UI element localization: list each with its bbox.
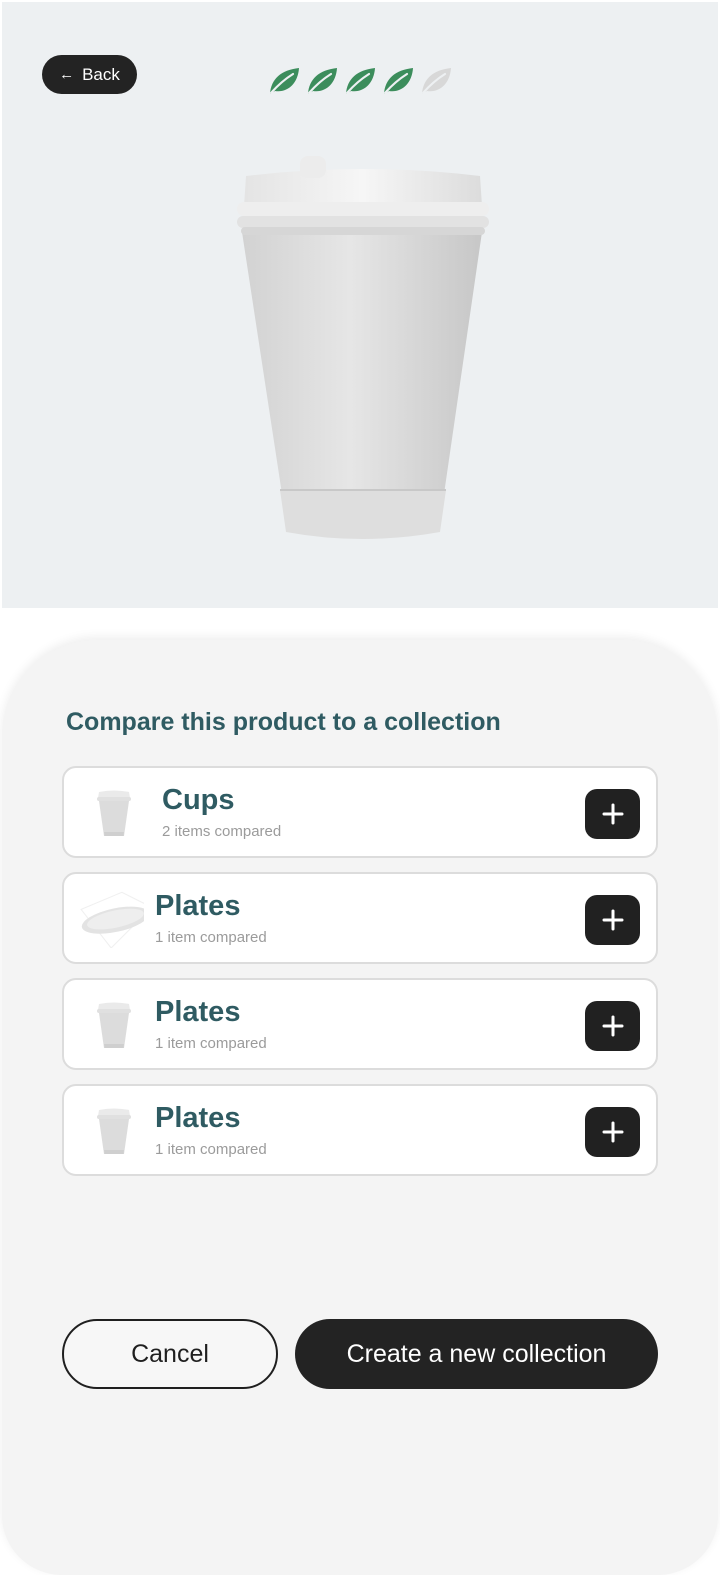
leaf-icon bbox=[345, 68, 375, 95]
cancel-button[interactable]: Cancel bbox=[62, 1319, 278, 1389]
compare-sheet: Compare this product to a collection Cup… bbox=[2, 640, 718, 1575]
leaf-icon bbox=[307, 68, 337, 95]
add-to-collection-button[interactable] bbox=[585, 1001, 640, 1051]
back-button-label: Back bbox=[82, 64, 120, 84]
add-to-collection-button[interactable] bbox=[585, 1107, 640, 1157]
back-button[interactable]: ← Back bbox=[42, 55, 137, 94]
collection-count: 2 items compared bbox=[162, 823, 282, 840]
cup-icon bbox=[97, 790, 131, 836]
add-to-collection-button[interactable] bbox=[585, 789, 640, 839]
collection-item[interactable]: Plates 1 item compared bbox=[62, 978, 658, 1070]
leaf-icon bbox=[269, 68, 299, 95]
leaf-icon-empty bbox=[421, 68, 451, 95]
create-collection-button[interactable]: Create a new collection bbox=[295, 1319, 658, 1389]
collection-count: 1 item compared bbox=[155, 1035, 267, 1052]
plus-icon bbox=[602, 803, 623, 825]
collection-name: Plates bbox=[155, 890, 241, 922]
leaf-icon bbox=[383, 68, 413, 95]
collection-name: Cups bbox=[162, 784, 235, 816]
plus-icon bbox=[602, 909, 623, 931]
cup-icon bbox=[97, 1108, 131, 1154]
collection-list: Cups 2 items compared Plates 1 item comp… bbox=[62, 766, 660, 1190]
plus-icon bbox=[602, 1121, 623, 1143]
eco-rating bbox=[267, 64, 453, 96]
collection-count: 1 item compared bbox=[155, 929, 267, 946]
collection-item[interactable]: Plates 1 item compared bbox=[62, 872, 658, 964]
plus-icon bbox=[602, 1015, 623, 1037]
collection-name: Plates bbox=[155, 996, 241, 1028]
cup-icon bbox=[97, 1002, 131, 1048]
collection-item[interactable]: Plates 1 item compared bbox=[62, 1084, 658, 1176]
product-hero: ← Back bbox=[2, 2, 718, 608]
arrow-left-icon: ← bbox=[59, 66, 75, 83]
sheet-title: Compare this product to a collection bbox=[66, 708, 501, 736]
plate-icon bbox=[80, 891, 144, 948]
collection-count: 1 item compared bbox=[155, 1141, 267, 1158]
collection-item[interactable]: Cups 2 items compared bbox=[62, 766, 658, 858]
product-image bbox=[237, 156, 489, 539]
collection-name: Plates bbox=[155, 1102, 241, 1134]
add-to-collection-button[interactable] bbox=[585, 895, 640, 945]
